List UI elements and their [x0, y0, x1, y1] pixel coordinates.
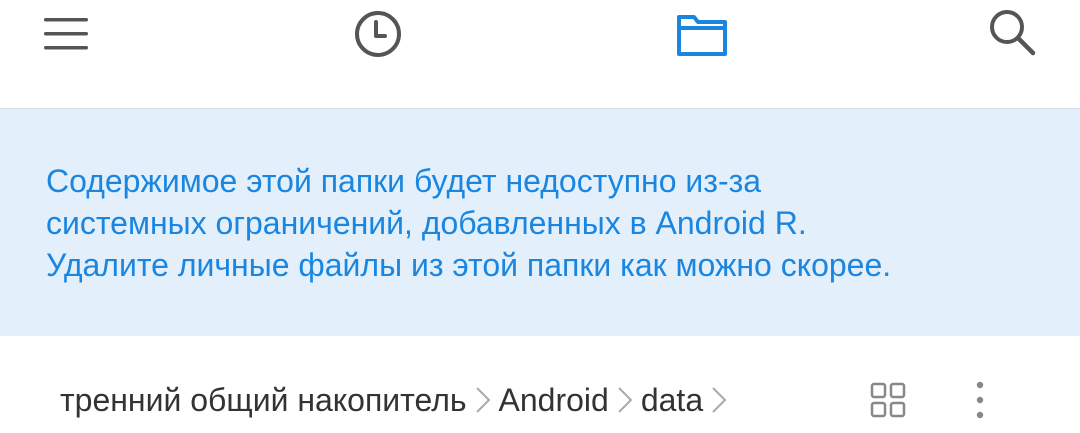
breadcrumb-item-data[interactable]: data — [641, 382, 703, 419]
notice-text: Содержимое этой папки будет недоступно и… — [46, 160, 1046, 286]
grid-view-icon[interactable] — [858, 370, 918, 430]
search-icon[interactable] — [982, 2, 1042, 62]
more-vert-icon[interactable] — [950, 370, 1010, 430]
notice-line: системных ограничений, добавленных в And… — [46, 205, 807, 241]
chevron-right-icon — [609, 376, 641, 424]
notice-line: Удалите личные файлы из этой папки как м… — [46, 247, 892, 283]
breadcrumb-item-android[interactable]: Android — [499, 382, 609, 419]
menu-icon[interactable] — [36, 4, 96, 64]
chevron-right-icon — [467, 376, 499, 424]
breadcrumb: тренний общий накопитель Android data — [60, 376, 735, 424]
clock-icon[interactable] — [348, 4, 408, 64]
chevron-right-icon — [703, 376, 735, 424]
folder-icon[interactable] — [672, 4, 732, 64]
top-toolbar — [0, 0, 1080, 109]
breadcrumb-item-storage[interactable]: тренний общий накопитель — [60, 382, 467, 419]
notice-line: Содержимое этой папки будет недоступно и… — [46, 163, 762, 199]
